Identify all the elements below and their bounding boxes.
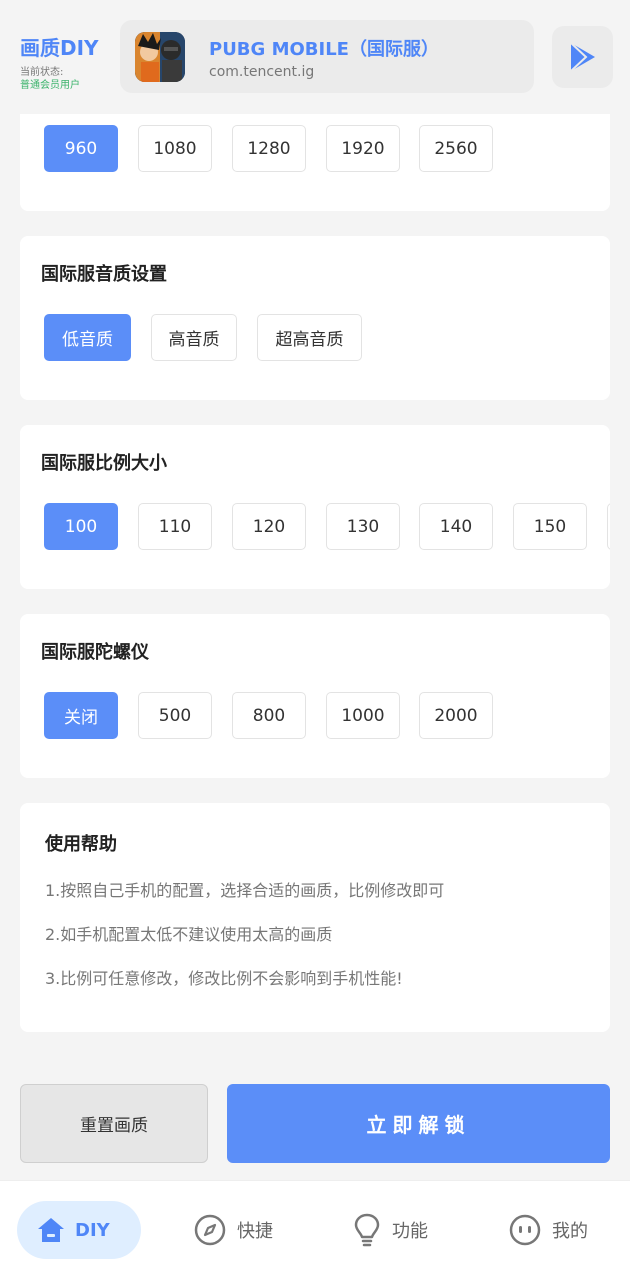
nav-item-shortcut[interactable]: 快捷: [193, 1201, 273, 1259]
help-line-2: 2.如手机配置太低不建议使用太高的画质: [45, 925, 333, 944]
app-header: 画质DIY 当前状态: 普通会员用户 PUBG MOBILE（国际服） com.…: [0, 0, 630, 114]
ratio-option-more[interactable]: [607, 503, 610, 550]
audio-option-low[interactable]: 低音质: [44, 314, 131, 361]
ratio-title: 国际服比例大小: [41, 453, 167, 474]
ratio-card: 国际服比例大小 100 110 120 130 140 150: [20, 425, 610, 589]
audio-card: 国际服音质设置 低音质 高音质 超高音质: [20, 236, 610, 400]
ratio-option-130[interactable]: 130: [326, 503, 400, 550]
face-icon: [509, 1214, 541, 1246]
brand-block: 画质DIY 当前状态: 普通会员用户: [20, 32, 99, 92]
bottom-nav: DIY 快捷 功能 我的: [0, 1180, 630, 1280]
nav-item-mine[interactable]: 我的: [508, 1201, 588, 1259]
help-line-3: 3.比例可任意修改，修改比例不会影响到手机性能!: [45, 969, 403, 988]
unlock-button[interactable]: 立即解锁: [227, 1084, 610, 1163]
selected-app-card[interactable]: PUBG MOBILE（国际服） com.tencent.ig: [120, 20, 534, 93]
gyro-option-off[interactable]: 关闭: [44, 692, 118, 739]
action-bar: 重置画质 立即解锁: [0, 1066, 630, 1180]
audio-title: 国际服音质设置: [41, 264, 167, 285]
nav-label-function: 功能: [392, 1221, 428, 1242]
resolution-option-1280[interactable]: 1280: [232, 125, 306, 172]
ratio-option-140[interactable]: 140: [419, 503, 493, 550]
member-status: 普通会员用户: [20, 80, 80, 91]
gyro-card: 国际服陀螺仪 关闭 500 800 1000 2000: [20, 614, 610, 778]
resolution-option-1920[interactable]: 1920: [326, 125, 400, 172]
gyro-option-800[interactable]: 800: [232, 692, 306, 739]
audio-option-ultra[interactable]: 超高音质: [257, 314, 362, 361]
nav-item-function[interactable]: 功能: [352, 1201, 428, 1259]
ratio-option-100[interactable]: 100: [44, 503, 118, 550]
ratio-option-110[interactable]: 110: [138, 503, 212, 550]
help-title: 使用帮助: [45, 834, 117, 855]
home-icon: [38, 1218, 64, 1242]
brand-title: 画质DIY: [20, 36, 99, 60]
game-icon: [135, 32, 185, 82]
play-store-icon: [570, 42, 595, 72]
resolution-option-2560[interactable]: 2560: [419, 125, 493, 172]
nav-label-mine: 我的: [552, 1221, 588, 1242]
help-card: 使用帮助 1.按照自己手机的配置，选择合适的画质，比例修改即可 2.如手机配置太…: [20, 803, 610, 1032]
app-package: com.tencent.ig: [209, 64, 315, 80]
nav-item-diy[interactable]: DIY: [17, 1201, 141, 1259]
audio-option-high[interactable]: 高音质: [151, 314, 237, 361]
ratio-options[interactable]: 100 110 120 130 140 150: [44, 503, 610, 551]
help-line-1: 1.按照自己手机的配置，选择合适的画质，比例修改即可: [45, 881, 445, 900]
gyro-title: 国际服陀螺仪: [41, 642, 149, 663]
compass-icon: [194, 1214, 226, 1246]
nav-label-shortcut: 快捷: [237, 1221, 273, 1242]
gyro-option-500[interactable]: 500: [138, 692, 212, 739]
app-name: PUBG MOBILE（国际服）: [209, 39, 439, 60]
nav-label-diy: DIY: [75, 1219, 110, 1241]
resolution-option-960[interactable]: 960: [44, 125, 118, 172]
reset-quality-button[interactable]: 重置画质: [20, 1084, 208, 1163]
gyro-option-2000[interactable]: 2000: [419, 692, 493, 739]
ratio-option-150[interactable]: 150: [513, 503, 587, 550]
resolution-option-1080[interactable]: 1080: [138, 125, 212, 172]
ratio-option-120[interactable]: 120: [232, 503, 306, 550]
gyro-option-1000[interactable]: 1000: [326, 692, 400, 739]
launch-button[interactable]: [552, 26, 613, 88]
status-label: 当前状态:: [20, 67, 64, 78]
lightbulb-icon: [354, 1213, 380, 1247]
